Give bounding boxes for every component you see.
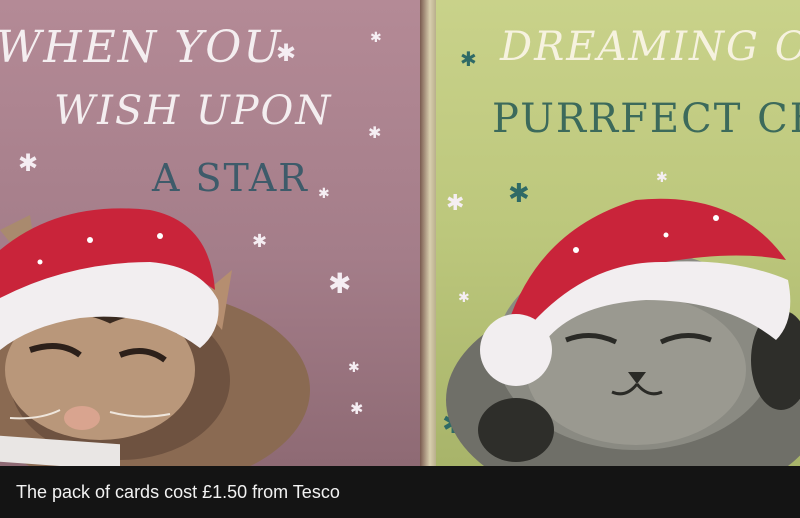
christmas-card-right: DREAMING OF PURRFECT CHRIS ✱ ✱ ✱ ✱ ✱ ✱ bbox=[436, 0, 800, 466]
cat-illustration bbox=[446, 198, 800, 466]
photo-caption: The pack of cards cost £1.50 from Tesco bbox=[0, 466, 800, 518]
photo: WHEN YOU WISH UPON A STAR ✱ ✱ ✱ ✱ ✱ ✱ ✱ … bbox=[0, 0, 800, 466]
kitten-illustration bbox=[0, 208, 310, 466]
caption-text: The pack of cards cost £1.50 from Tesco bbox=[16, 482, 340, 502]
christmas-card-left: WHEN YOU WISH UPON A STAR ✱ ✱ ✱ ✱ ✱ ✱ ✱ … bbox=[0, 0, 428, 466]
